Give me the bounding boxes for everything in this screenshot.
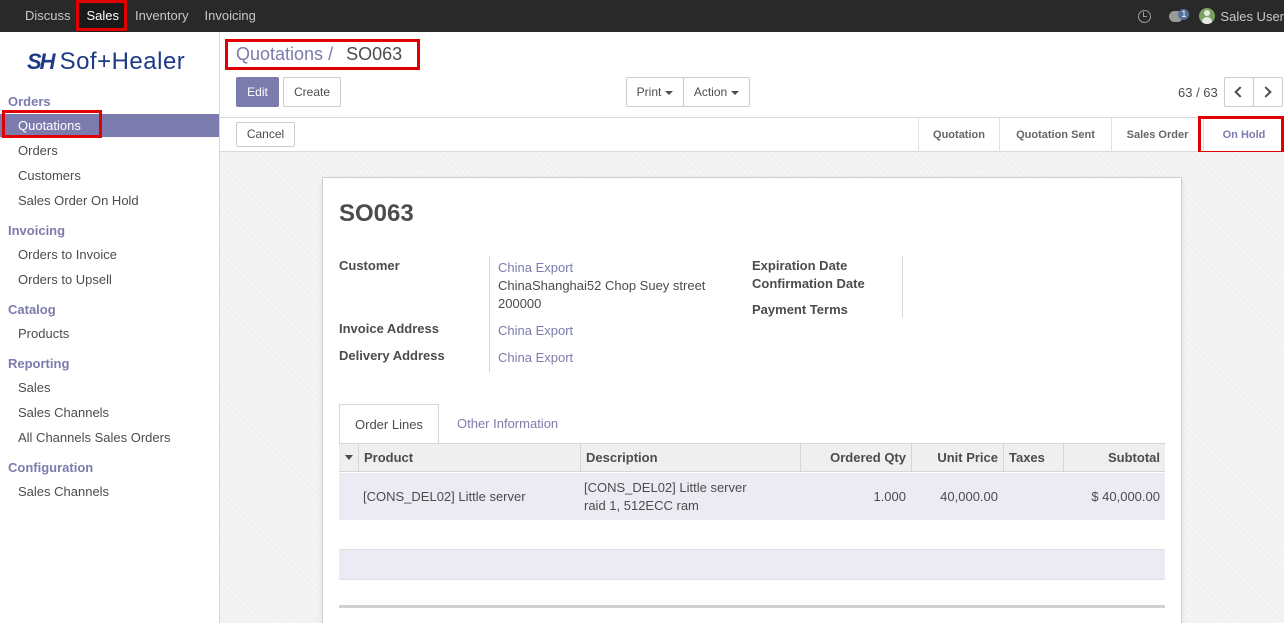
sidebar-item-sales-order-on-hold[interactable]: Sales Order On Hold: [0, 189, 219, 212]
top-navbar: Discuss Sales Inventory Invoicing 1 Sale…: [0, 0, 1284, 32]
invoice-address-link[interactable]: China Export: [498, 323, 573, 338]
logo-mark: SH: [27, 49, 56, 74]
sidebar-item-reporting-sales[interactable]: Sales: [0, 376, 219, 399]
tab-other-information[interactable]: Other Information: [442, 404, 573, 444]
sidebar-item-quotations[interactable]: Quotations: [0, 114, 219, 137]
print-label: Print: [636, 85, 662, 99]
breadcrumb-separator: /: [328, 44, 334, 64]
form-content-area: SO063 Customer China Export ChinaShangha…: [220, 152, 1284, 623]
table-row[interactable]: [CONS_DEL02] Little server [CONS_DEL02] …: [339, 473, 1165, 520]
cell-subtotal: $ 40,000.00: [1091, 489, 1160, 504]
stage-on-hold[interactable]: On Hold: [1203, 118, 1284, 152]
user-name[interactable]: Sales User: [1220, 9, 1284, 24]
user-avatar[interactable]: [1199, 8, 1216, 24]
order-lines-header: Product Description Ordered Qty Unit Pri…: [339, 444, 1165, 472]
customer-link[interactable]: China Export: [498, 260, 573, 275]
edit-button[interactable]: Edit: [236, 77, 279, 107]
sidebar-item-products[interactable]: Products: [0, 322, 219, 345]
empty-row: [339, 550, 1165, 579]
chevron-right-icon: [1260, 86, 1272, 98]
action-label: Action: [693, 85, 728, 99]
confirmation-date-label: Confirmation Date: [752, 276, 865, 291]
empty-row: [339, 520, 1165, 549]
caret-down-icon: [665, 90, 674, 95]
form-sheet: SO063 Customer China Export ChinaShangha…: [322, 177, 1182, 623]
caret-down-icon: [731, 90, 740, 95]
action-dropdown[interactable]: Action: [683, 77, 750, 107]
clock-icon[interactable]: [1138, 9, 1152, 23]
pager-next-button[interactable]: [1253, 77, 1283, 107]
customer-address-line1: ChinaShanghai52 Chop Suey street: [498, 278, 706, 293]
status-bar: Cancel Quotation Quotation Sent Sales Or…: [220, 118, 1284, 152]
col-unit-price[interactable]: Unit Price: [911, 444, 1003, 472]
stage-quotation[interactable]: Quotation: [918, 118, 999, 152]
invoice-address-label: Invoice Address: [339, 321, 439, 336]
field-separator: [489, 256, 490, 372]
stage-quotation-sent[interactable]: Quotation Sent: [999, 118, 1111, 152]
col-ordered-qty[interactable]: Ordered Qty: [800, 444, 911, 472]
order-title: SO063: [339, 200, 414, 227]
delivery-address-link[interactable]: China Export: [498, 350, 573, 365]
menu-discuss[interactable]: Discuss: [0, 0, 79, 32]
create-button[interactable]: Create: [283, 77, 341, 107]
section-orders: Orders: [8, 94, 51, 109]
delivery-address-label: Delivery Address: [339, 348, 445, 363]
chat-badge: 1: [1178, 8, 1190, 20]
section-reporting: Reporting: [8, 356, 70, 371]
col-description[interactable]: Description: [580, 444, 800, 472]
menu-sales[interactable]: Sales: [78, 0, 128, 32]
logo-text: Sof+Healer: [59, 48, 186, 75]
pager-value[interactable]: 63 / 63: [1178, 85, 1218, 100]
topbar-right: 1 Sales User: [1138, 0, 1284, 32]
stage-sales-order[interactable]: Sales Order: [1111, 118, 1203, 152]
col-product[interactable]: Product: [358, 444, 580, 472]
sidebar-item-config-sales-channels[interactable]: Sales Channels: [0, 480, 219, 503]
pager-previous-button[interactable]: [1224, 77, 1254, 107]
section-catalog: Catalog: [8, 302, 56, 317]
cell-ordered-qty: 1.000: [873, 489, 906, 504]
row-divider: [339, 579, 1165, 580]
sidebar: SH Sof+Healer Orders Quotations Orders C…: [0, 32, 220, 623]
sidebar-item-customers[interactable]: Customers: [0, 164, 219, 187]
customer-address-line2: 200000: [498, 296, 542, 311]
payment-terms-label: Payment Terms: [752, 302, 848, 317]
chevron-left-icon: [1234, 86, 1246, 98]
sidebar-item-all-channels-sales-orders[interactable]: All Channels Sales Orders: [0, 426, 219, 449]
expiration-date-label: Expiration Date: [752, 258, 848, 273]
field-separator: [902, 256, 903, 318]
customer-label: Customer: [339, 258, 400, 273]
cell-unit-price: 40,000.00: [940, 489, 998, 504]
table-footer-line: [339, 605, 1165, 608]
print-dropdown[interactable]: Print: [626, 77, 684, 107]
cell-description-line2: raid 1, 512ECC ram: [584, 498, 699, 513]
col-taxes[interactable]: Taxes: [1003, 444, 1063, 472]
cancel-button[interactable]: Cancel: [236, 122, 295, 147]
section-invoicing: Invoicing: [8, 223, 66, 238]
menu-inventory[interactable]: Inventory: [127, 0, 196, 32]
softhealer-logo: SH Sof+Healer: [27, 48, 186, 75]
breadcrumb-current: SO063: [346, 44, 403, 64]
breadcrumb: Quotations / SO063: [236, 44, 402, 65]
cell-description-line1: [CONS_DEL02] Little server: [584, 480, 747, 495]
menu-invoicing[interactable]: Invoicing: [197, 0, 264, 32]
col-subtotal[interactable]: Subtotal: [1063, 444, 1165, 472]
cell-product: [CONS_DEL02] Little server: [363, 489, 526, 504]
tab-order-lines[interactable]: Order Lines: [339, 404, 439, 444]
sidebar-item-orders-to-upsell[interactable]: Orders to Upsell: [0, 268, 219, 291]
sort-caret-icon[interactable]: [345, 455, 353, 460]
breadcrumb-quotations[interactable]: Quotations: [236, 44, 323, 64]
section-configuration: Configuration: [8, 460, 94, 475]
chat-icon[interactable]: 1: [1169, 8, 1190, 22]
control-panel: Quotations / SO063 Edit Create Print Act…: [220, 32, 1284, 118]
sidebar-item-orders[interactable]: Orders: [0, 139, 219, 162]
sidebar-item-orders-to-invoice[interactable]: Orders to Invoice: [0, 243, 219, 266]
app-menu: Discuss Sales Inventory Invoicing: [0, 0, 264, 32]
sidebar-item-sales-channels[interactable]: Sales Channels: [0, 401, 219, 424]
